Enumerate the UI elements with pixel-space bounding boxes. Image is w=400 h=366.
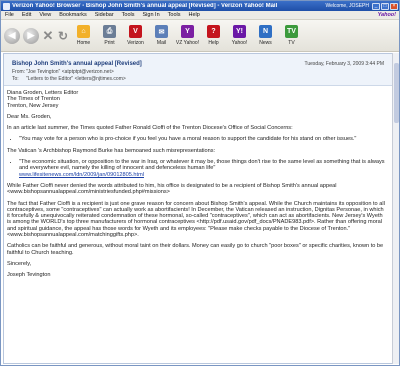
paragraph-3: While Father Cioffi never denied the wor… [7,182,337,196]
recipient-address: Diana Groden, Letters Editor The Times o… [7,90,387,109]
menu-item-tools[interactable]: Tools [118,12,139,18]
menu-item-file[interactable]: File [1,12,18,18]
scrollbar-thumb[interactable] [394,63,399,123]
menu-item-bookmarks[interactable]: Bookmarks [55,12,91,18]
toolbar-button-home[interactable]: ⌂ Home [72,25,95,46]
news-icon: N [259,25,272,38]
toolbar-label: Home [76,40,91,46]
welcome-text: Welcome, JOSEPH [325,3,369,9]
to-label: To: [12,76,19,82]
paragraph-4: The fact that Father Cioffi is a recipie… [7,200,385,239]
quote-2: "The economic situation, or opposition t… [19,159,387,178]
signature: Joseph Tevington [7,272,51,279]
toolbar-button-tv[interactable]: TV TV [280,25,303,46]
printer-icon: ⎙ [103,25,116,38]
yahoo-icon: Y! [233,25,246,38]
address-line: Trenton, New Jersey [7,102,59,109]
toolbar-label: Mail [156,40,167,46]
menu-item-view[interactable]: View [35,12,55,18]
menu-item-tools[interactable]: Tools [164,12,185,18]
toolbar-button-mail[interactable]: ✉ Mail [150,25,173,46]
refresh-icon[interactable]: ↻ [57,29,69,43]
closing: Sincerely, [7,260,32,267]
quote-2-text: "The economic situation, or opposition t… [19,159,385,172]
to-row: To: "Letters to the Editor" <letters@njti… [12,76,126,82]
menu-item-edit[interactable]: Edit [18,12,35,18]
toolbar-label: VZ Yahoo! [175,40,200,46]
back-button[interactable]: ◀ [4,27,20,44]
browser-window: Verizon Yahoo! Browser - Bishop John Smi… [0,0,400,366]
toolbar-label: Yahoo! [231,40,248,46]
quote-1: "You may vote for a person who is pro-ch… [19,136,387,142]
menu-item-sign-in[interactable]: Sign In [139,12,164,18]
toolbar-button-help[interactable]: ? Help [202,25,225,46]
stop-icon[interactable]: ✕ [42,28,54,43]
menu-bar: File Edit View Bookmarks Sidebar Tools Sign In… [1,11,399,20]
paragraph-1: In an article last summer, the Times quo… [7,125,293,132]
paragraph-5: Catholics can be faithful and generous, … [7,243,384,256]
toolbar-button-vz-yahoo-[interactable]: Y VZ Yahoo! [176,25,199,46]
quote-list-2: "The economic situation, or opposition t… [19,159,387,178]
email-header: Bishop John Smith's annual appeal [Revis… [4,54,392,86]
toolbar-label: Print [104,40,115,46]
toolbar-button-news[interactable]: N News [254,25,277,46]
email-pane: Bishop John Smith's annual appeal [Revis… [3,53,393,364]
toolbar-label: Verizon [127,40,144,46]
toolbar-label: Help [208,40,219,46]
help-icon: ? [207,25,220,38]
from-label: From: [12,69,26,75]
greeting: Dear Ms. Groden, [7,113,52,120]
verizon-icon: V [129,25,142,38]
quote-list-1: "You may vote for a person who is pro-ch… [19,136,387,142]
email-body: Diana Groden, Letters Editor The Times o… [7,90,387,284]
vz-yahoo-icon: Y [181,25,194,38]
close-button[interactable]: × [390,2,398,10]
mail-icon: ✉ [155,25,168,38]
to-value[interactable]: "Letters to the Editor" <letters@njtimes… [26,76,126,82]
window-title: Verizon Yahoo! Browser - Bishop John Smi… [12,3,278,9]
toolbar-button-yahoo-[interactable]: Y! Yahoo! [228,25,251,46]
toolbar-button-verizon[interactable]: V Verizon [124,25,147,46]
lifesitenews-link[interactable]: www.lifesitenews.com/ldn/2009/jan/090128… [19,172,144,178]
yahoo-logo: Yahoo! [377,12,396,18]
toolbar-label: News [259,40,272,46]
house-icon: ⌂ [77,25,90,38]
toolbar-label: TV [288,40,295,46]
tv-icon: TV [285,25,298,38]
title-bar: Verizon Yahoo! Browser - Bishop John Smi… [1,1,399,11]
from-row: From:"Joe Tevington" <atptptpt@verizon.n… [12,69,114,75]
toolbar: ◀ ▶ ✕ ↻ ⌂ Home ⎙ Print V Verizon ✉ Mail Y VZ Yaho… [1,20,399,52]
browser-app-icon [3,2,10,10]
toolbar-button-print[interactable]: ⎙ Print [98,25,121,46]
menu-item-sidebar[interactable]: Sidebar [91,12,118,18]
minimize-button[interactable]: _ [372,2,380,10]
forward-button[interactable]: ▶ [23,27,39,44]
email-date: Tuesday, February 3, 2009 3:44 PM [304,61,385,67]
vertical-scrollbar[interactable] [392,53,399,364]
menu-item-help[interactable]: Help [184,12,203,18]
maximize-button[interactable]: □ [381,2,389,10]
paragraph-2: The Vatican 's Archbishop Raymond Burke … [7,147,216,154]
email-subject: Bishop John Smith's annual appeal [Revis… [12,61,142,67]
from-value[interactable]: "Joe Tevington" <atptptpt@verizon.net> [26,69,114,75]
